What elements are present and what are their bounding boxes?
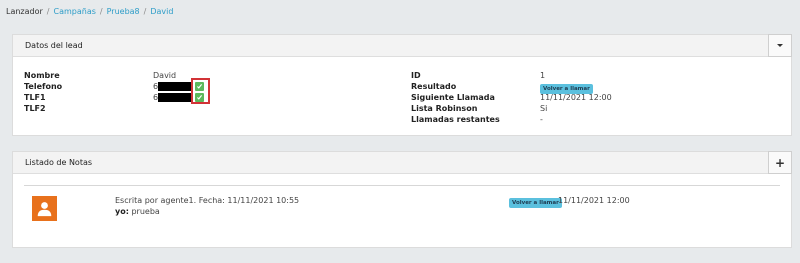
id-value: 1 — [540, 71, 546, 80]
breadcrumb-prueba8-link[interactable]: Prueba8 — [107, 7, 140, 16]
highlight-box — [191, 78, 210, 104]
siguiente-llamada-value: 11/11/2021 12:00 — [540, 93, 612, 102]
note-status-badge: Volver a llamar — [509, 198, 562, 208]
avatar — [32, 196, 57, 221]
lista-robinson-value: Si — [540, 104, 548, 113]
lead-panel-title: Datos del lead — [25, 41, 83, 50]
note-author: yo: — [115, 207, 129, 216]
lead-details-panel: Datos del lead — [12, 34, 792, 136]
user-avatar-icon — [37, 202, 52, 217]
resultado-label: Resultado — [411, 82, 457, 91]
divider — [24, 185, 780, 186]
siguiente-llamada-label: Siguiente Llamada — [411, 93, 495, 102]
notes-panel-header: Listado de Notas + — [13, 151, 792, 174]
llamadas-restantes-value: - — [540, 115, 543, 124]
add-note-button[interactable]: + — [768, 151, 792, 174]
tlf2-label: TLF2 — [24, 104, 46, 113]
note-text: prueba — [131, 207, 160, 216]
plus-icon: + — [774, 155, 786, 170]
breadcrumb-campanas-link[interactable]: Campañas — [54, 7, 96, 16]
nombre-value: David — [153, 71, 177, 80]
lead-panel-header: Datos del lead — [13, 34, 792, 57]
lista-robinson-label: Lista Robinson — [411, 104, 478, 113]
breadcrumb-lanzador: Lanzador — [6, 7, 43, 16]
redacted-phone — [158, 82, 192, 91]
breadcrumb-david-link[interactable]: David — [150, 7, 173, 16]
tlf1-label: TLF1 — [24, 93, 46, 102]
breadcrumb-separator: / — [99, 7, 103, 16]
id-label: ID — [411, 71, 421, 80]
redacted-phone — [158, 93, 192, 102]
collapse-button[interactable] — [768, 34, 792, 57]
note-meta: Escrita por agente1. Fecha: 11/11/2021 1… — [115, 196, 300, 205]
note-scheduled-date: 11/11/2021 12:00 — [558, 196, 630, 205]
note-body: yo: prueba — [115, 206, 160, 217]
note-status: Volver a llamar — [509, 196, 562, 208]
nombre-label: Nombre — [24, 71, 60, 80]
llamadas-restantes-label: Llamadas restantes — [411, 115, 500, 124]
telefono-label: Telefono — [24, 82, 63, 91]
breadcrumb-separator: / — [143, 7, 147, 16]
breadcrumb: Lanzador / Campañas / Prueba8/David — [6, 7, 173, 16]
chevron-down-icon — [777, 44, 783, 47]
notes-panel-title: Listado de Notas — [25, 158, 93, 167]
breadcrumb-separator: / — [46, 7, 50, 16]
